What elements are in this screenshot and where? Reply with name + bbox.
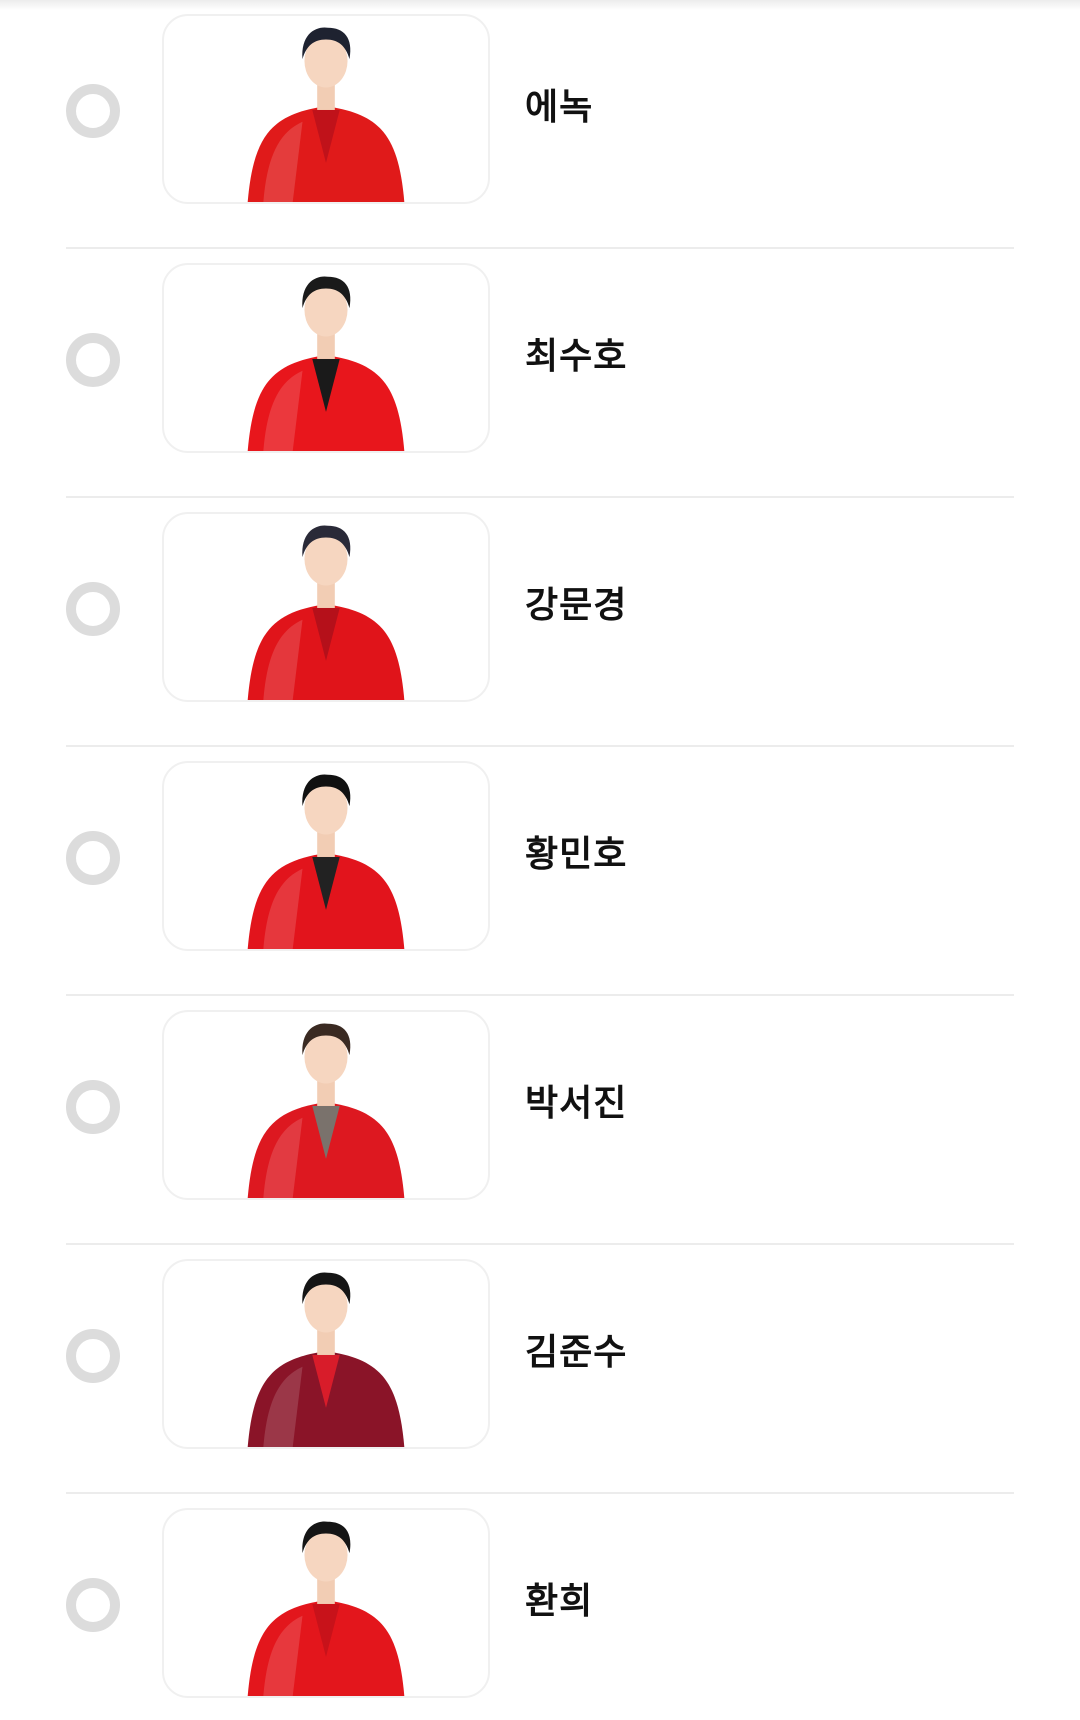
portrait-illustration [247, 1521, 405, 1696]
candidate-photo[interactable] [162, 14, 490, 204]
radio-button[interactable] [66, 1578, 120, 1632]
candidate-row[interactable]: 김준수 [0, 1245, 1080, 1494]
candidate-name: 최수호 [525, 336, 628, 377]
portrait-illustration [247, 1272, 405, 1447]
candidate-name: 김준수 [525, 1332, 628, 1373]
portrait-illustration [247, 1023, 405, 1198]
candidate-name: 강문경 [525, 585, 628, 626]
candidate-name: 박서진 [525, 1083, 628, 1124]
portrait-illustration [247, 276, 405, 451]
candidate-name: 황민호 [525, 834, 628, 875]
radio-button[interactable] [66, 1329, 120, 1383]
candidate-row[interactable]: 에녹 [0, 0, 1080, 249]
candidate-list: 에녹 최수호 강문경 황민호 박서진 김준수 환희 [0, 0, 1080, 1720]
candidate-row[interactable]: 박서진 [0, 996, 1080, 1245]
candidate-photo[interactable] [162, 761, 490, 951]
candidate-name: 에녹 [525, 87, 594, 128]
radio-button[interactable] [66, 84, 120, 138]
vote-page: 에녹 최수호 강문경 황민호 박서진 김준수 환희 [0, 0, 1080, 1720]
top-shadow [0, 0, 1080, 10]
candidate-row[interactable]: 최수호 [0, 249, 1080, 498]
candidate-name: 환희 [525, 1581, 594, 1622]
candidate-photo[interactable] [162, 1508, 490, 1698]
candidate-photo[interactable] [162, 263, 490, 453]
candidate-row[interactable]: 환희 [0, 1494, 1080, 1720]
candidate-photo[interactable] [162, 1010, 490, 1200]
candidate-photo[interactable] [162, 1259, 490, 1449]
portrait-illustration [247, 525, 405, 700]
candidate-row[interactable]: 황민호 [0, 747, 1080, 996]
radio-button[interactable] [66, 333, 120, 387]
candidate-row[interactable]: 강문경 [0, 498, 1080, 747]
radio-button[interactable] [66, 831, 120, 885]
candidate-photo[interactable] [162, 512, 490, 702]
portrait-illustration [247, 774, 405, 949]
radio-button[interactable] [66, 582, 120, 636]
radio-button[interactable] [66, 1080, 120, 1134]
portrait-illustration [247, 27, 405, 202]
